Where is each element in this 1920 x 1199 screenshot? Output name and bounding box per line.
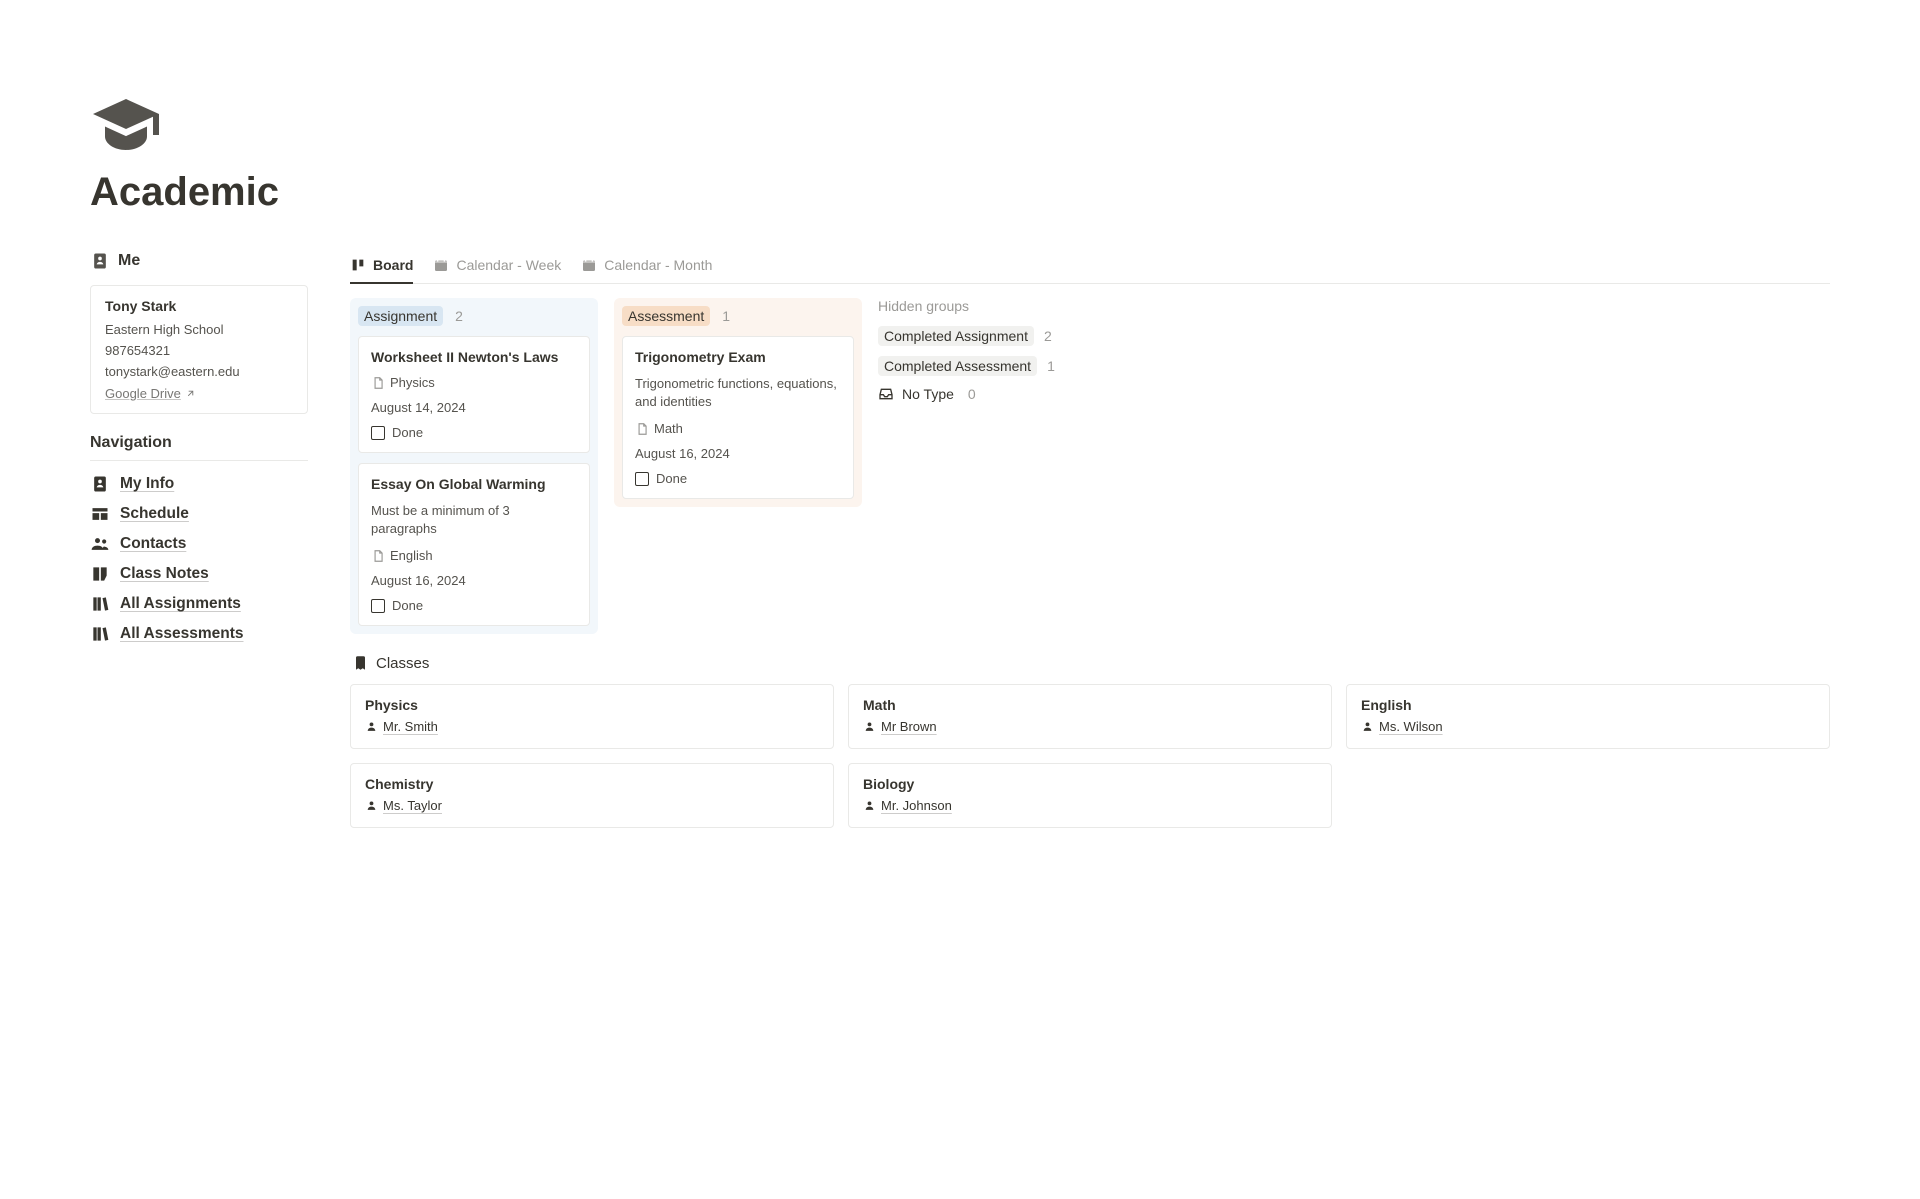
view-tabs: Board Calendar - Week Calendar - Month	[350, 251, 1830, 284]
page-title: Academic	[90, 170, 1830, 215]
task-subject: Math	[635, 421, 841, 436]
checkbox-icon[interactable]	[371, 426, 385, 440]
task-done[interactable]: Done	[371, 425, 577, 440]
no-type-row[interactable]: No Type 0	[878, 386, 1088, 402]
task-title: Essay On Global Warming	[371, 476, 577, 492]
page-icon	[371, 376, 385, 390]
task-card[interactable]: Trigonometry Exam Trigonometric function…	[622, 336, 854, 499]
table-icon	[90, 504, 110, 524]
nav-all-assessments[interactable]: All Assessments	[90, 619, 308, 649]
notebook-icon	[350, 654, 368, 672]
task-desc: Must be a minimum of 3 paragraphs	[371, 502, 577, 538]
person-icon	[863, 720, 876, 733]
nav-contacts[interactable]: Contacts	[90, 529, 308, 559]
tab-board[interactable]: Board	[350, 251, 413, 284]
board-icon	[350, 257, 366, 273]
class-card[interactable]: Physics Mr. Smith	[350, 684, 834, 749]
task-title: Trigonometry Exam	[635, 349, 841, 365]
nav-schedule[interactable]: Schedule	[90, 499, 308, 529]
task-card[interactable]: Worksheet II Newton's Laws Physics Augus…	[358, 336, 590, 453]
class-name: Math	[863, 697, 1317, 713]
class-name: Physics	[365, 697, 819, 713]
tab-calendar-month[interactable]: Calendar - Month	[581, 251, 712, 284]
checkbox-icon[interactable]	[371, 599, 385, 613]
task-done[interactable]: Done	[371, 598, 577, 613]
calendar-icon	[433, 257, 449, 273]
inbox-icon	[878, 386, 894, 402]
task-title: Worksheet II Newton's Laws	[371, 349, 577, 365]
nav-class-notes[interactable]: Class Notes	[90, 559, 308, 589]
divider	[90, 460, 308, 461]
me-card[interactable]: Tony Stark Eastern High School 987654321…	[90, 285, 308, 414]
task-date: August 16, 2024	[371, 573, 577, 588]
column-assessment: Assessment 1 Trigonometry Exam Trigonome…	[614, 298, 862, 507]
page-icon	[371, 549, 385, 563]
me-id: 987654321	[105, 343, 293, 358]
column-assessment-count: 1	[722, 308, 730, 324]
people-icon	[90, 534, 110, 554]
class-name: Biology	[863, 776, 1317, 792]
task-card[interactable]: Essay On Global Warming Must be a minimu…	[358, 463, 590, 626]
navigation-heading: Navigation	[90, 434, 308, 452]
books-icon	[90, 624, 110, 644]
me-heading: Me	[90, 251, 308, 271]
task-date: August 16, 2024	[635, 446, 841, 461]
person-icon	[365, 720, 378, 733]
person-icon	[863, 799, 876, 812]
notes-icon	[90, 564, 110, 584]
hidden-group-row[interactable]: Completed Assignment 2	[878, 326, 1088, 346]
tab-calendar-week[interactable]: Calendar - Week	[433, 251, 561, 284]
column-assignment-count: 2	[455, 308, 463, 324]
task-desc: Trigonometric functions, equations, and …	[635, 375, 841, 411]
person-icon	[365, 799, 378, 812]
person-icon	[1361, 720, 1374, 733]
class-card[interactable]: English Ms. Wilson	[1346, 684, 1830, 749]
class-teacher[interactable]: Mr. Johnson	[863, 798, 952, 813]
class-card[interactable]: Biology Mr. Johnson	[848, 763, 1332, 828]
classes-heading: Classes	[350, 654, 1830, 672]
class-teacher[interactable]: Mr. Smith	[365, 719, 438, 734]
me-school: Eastern High School	[105, 322, 293, 337]
external-link-icon	[185, 388, 196, 399]
id-card-icon	[90, 474, 110, 494]
class-name: Chemistry	[365, 776, 819, 792]
id-card-icon	[90, 251, 110, 271]
column-assessment-label: Assessment	[622, 306, 710, 326]
hidden-groups-title: Hidden groups	[878, 298, 1088, 314]
me-email: tonystark@eastern.edu	[105, 364, 293, 379]
class-card[interactable]: Chemistry Ms. Taylor	[350, 763, 834, 828]
graduation-cap-icon	[90, 90, 162, 162]
page-icon	[635, 422, 649, 436]
class-teacher[interactable]: Ms. Taylor	[365, 798, 442, 813]
me-name: Tony Stark	[105, 298, 293, 314]
class-card[interactable]: Math Mr Brown	[848, 684, 1332, 749]
calendar-icon	[581, 257, 597, 273]
task-subject: Physics	[371, 375, 577, 390]
class-name: English	[1361, 697, 1815, 713]
hidden-groups: Hidden groups Completed Assignment 2 Com…	[878, 298, 1088, 402]
hidden-group-row[interactable]: Completed Assessment 1	[878, 356, 1088, 376]
task-subject: English	[371, 548, 577, 563]
class-teacher[interactable]: Ms. Wilson	[1361, 719, 1443, 734]
task-done[interactable]: Done	[635, 471, 841, 486]
class-teacher[interactable]: Mr Brown	[863, 719, 937, 734]
checkbox-icon[interactable]	[635, 472, 649, 486]
me-drive-link[interactable]: Google Drive	[105, 386, 196, 401]
column-assignment-label: Assignment	[358, 306, 443, 326]
books-icon	[90, 594, 110, 614]
nav-all-assignments[interactable]: All Assignments	[90, 589, 308, 619]
task-date: August 14, 2024	[371, 400, 577, 415]
column-assignment: Assignment 2 Worksheet II Newton's Laws …	[350, 298, 598, 634]
nav-my-info[interactable]: My Info	[90, 469, 308, 499]
